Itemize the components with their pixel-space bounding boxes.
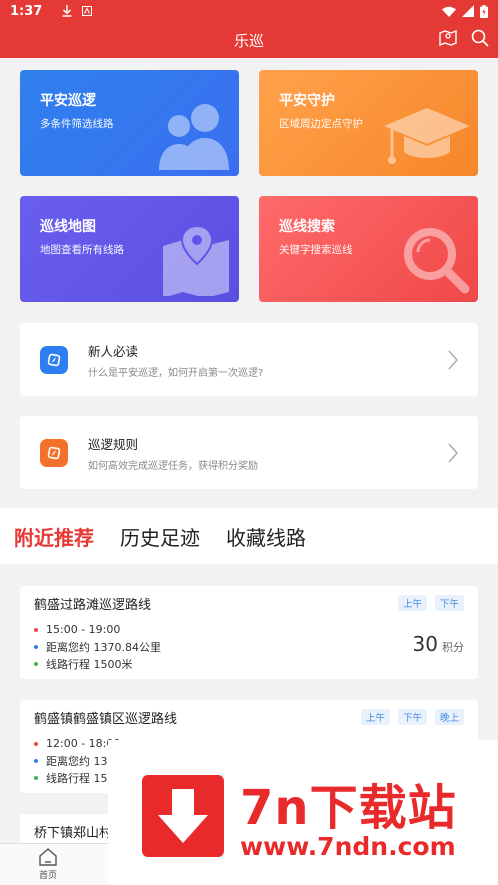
guide-subtitle: 什么是平安巡逻，如何开启第一次巡逻? <box>88 367 264 379</box>
tab-bar: 附近推荐 历史足迹 收藏线路 <box>0 508 498 564</box>
nav-home[interactable]: 首页 <box>28 848 68 881</box>
dot-icon <box>34 775 38 780</box>
tab-nearby[interactable]: 附近推荐 <box>14 522 94 551</box>
nav-home-label: 首页 <box>38 871 57 881</box>
route-length: 线路行程 15 <box>46 771 108 785</box>
tag-afternoon: 下午 <box>397 709 427 725</box>
dot-icon <box>34 741 38 746</box>
route-distance: 距离您约 13 <box>46 754 108 768</box>
users-icon <box>159 104 229 170</box>
guide-title: 新人必读 <box>88 343 139 359</box>
guide-newcomer[interactable]: 新人必读 什么是平安巡逻，如何开启第一次巡逻? <box>20 323 478 396</box>
compass-icon <box>40 345 68 374</box>
tab-history[interactable]: 历史足迹 <box>120 522 200 551</box>
tab-favorites[interactable]: 收藏线路 <box>226 522 306 551</box>
signal-icon <box>462 5 474 17</box>
route-distance: 距离您约 1370.84公里 <box>46 640 161 654</box>
dot-icon <box>34 661 38 666</box>
status-bar: 1:37 <box>0 0 498 22</box>
tag-morning: 上午 <box>360 709 390 725</box>
dot-icon <box>34 758 38 763</box>
wifi-icon <box>442 6 456 17</box>
route-card[interactable]: 鹤盛过路滩巡逻路线 上午 下午 15:00 - 19:00 距离您约 1370.… <box>20 586 478 679</box>
card-map[interactable]: 巡线地图 地图查看所有线路 <box>20 196 239 302</box>
route-time: 15:00 - 19:00 <box>46 623 121 636</box>
watermark-logo <box>142 775 224 857</box>
card-guard[interactable]: 平安守护 区域周边定点守护 <box>259 70 478 176</box>
download-icon <box>62 5 72 17</box>
magnifier-icon <box>404 228 470 294</box>
tag-evening: 晚上 <box>434 709 464 725</box>
map-pin-icon <box>163 224 229 296</box>
compass-icon <box>40 438 68 467</box>
status-time: 1:37 <box>10 3 43 19</box>
dot-icon <box>34 627 38 632</box>
chevron-right-icon <box>448 443 458 462</box>
app-icon <box>82 6 93 16</box>
card-search[interactable]: 巡线搜索 关键字搜索巡线 <box>259 196 478 302</box>
feature-grid: 平安巡逻 多条件筛选线路 平安守护 区域周边定点守护 巡线地图 地图查看所有线路… <box>20 70 478 302</box>
route-points-unit: 积分 <box>442 641 464 654</box>
app-root: 1:37 乐巡 平安巡逻 多条件筛选线路 平安守护 区域周边定点守护 巡线地图 … <box>0 0 498 885</box>
battery-icon <box>480 4 488 18</box>
watermark-text: 7n下载站 <box>240 780 457 836</box>
map-icon[interactable] <box>438 28 458 48</box>
search-icon[interactable] <box>470 28 490 48</box>
card-patrol[interactable]: 平安巡逻 多条件筛选线路 <box>20 70 239 176</box>
dot-icon <box>34 644 38 649</box>
watermark-url: www.7ndn.com <box>240 832 456 861</box>
chevron-right-icon <box>448 350 458 369</box>
tag-morning: 上午 <box>397 595 427 611</box>
guide-subtitle: 如何高效完成巡逻任务，获得积分奖励 <box>88 460 258 472</box>
route-length: 线路行程 1500米 <box>46 657 133 671</box>
watermark: 7n下载站 www.7ndn.com <box>108 740 498 885</box>
route-points: 30 <box>412 632 438 656</box>
app-bar: 乐巡 <box>0 22 498 58</box>
guide-rules[interactable]: 巡逻规则 如何高效完成巡逻任务，获得积分奖励 <box>20 416 478 489</box>
graduation-cap-icon <box>384 108 470 164</box>
page-title: 乐巡 <box>233 31 264 50</box>
home-icon <box>39 848 57 866</box>
guide-title: 巡逻规则 <box>88 436 139 452</box>
tag-afternoon: 下午 <box>434 595 464 611</box>
